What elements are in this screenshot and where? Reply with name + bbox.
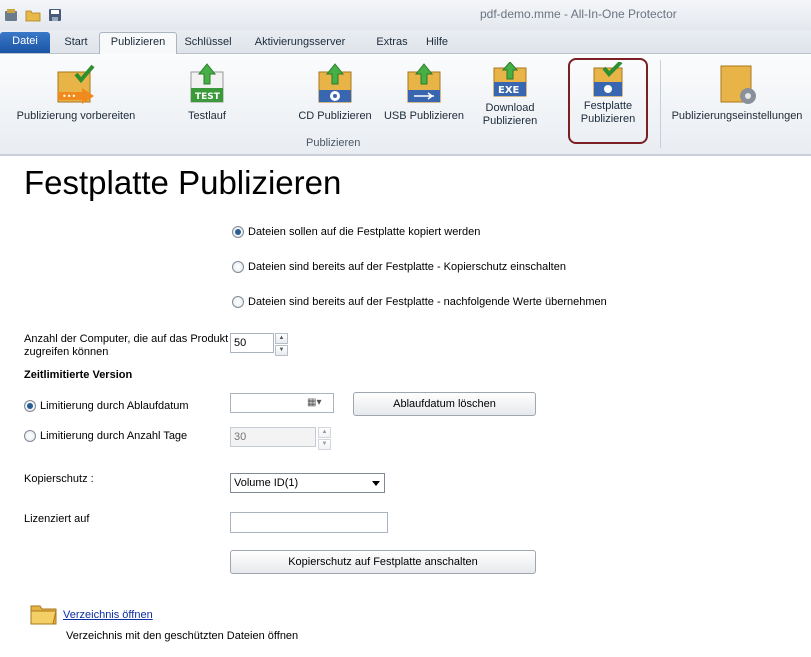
stepper-up-icon[interactable]: ▲ [275,333,288,344]
licensed-to-label: Lizenziert auf [24,513,90,525]
option-copy-files[interactable]: Dateien sollen auf die Festplatte kopier… [232,226,480,238]
days-input[interactable]: 30 [230,427,316,447]
tab-publizieren[interactable]: Publizieren [99,32,177,54]
tab-start[interactable]: Start [56,33,96,53]
option-enable-protection-label: Dateien sind bereits auf der Festplatte … [248,261,566,273]
app-icon[interactable] [3,7,19,23]
option-copy-files-radio[interactable] [232,226,244,238]
ribbon-tab-bar: Datei Start Publizieren Schlüssel Aktivi… [0,30,811,54]
publishing-settings-label: Publizierungseinstellungen [671,110,803,122]
settings-folder-icon [715,62,759,106]
computers-label-line2: zugreifen können [24,346,109,358]
hard-disk-publish-label: Festplatte Publizieren [580,100,636,125]
tab-datei[interactable]: Datei [0,32,50,53]
ribbon-group-label: Publizieren [306,137,361,149]
open-directory-description: Verzeichnis mit den geschützten Dateien … [66,630,299,642]
quick-access-toolbar [3,7,63,23]
limit-by-date[interactable]: Limitierung durch Ablaufdatum [24,400,189,412]
option-apply-values-label: Dateien sind bereits auf der Festplatte … [248,296,607,308]
open-folder-icon[interactable] [30,601,58,628]
open-folder-icon[interactable] [25,7,41,23]
option-apply-values-radio[interactable] [232,296,244,308]
computers-count-stepper[interactable]: ▲ ▼ [275,333,288,356]
enable-protection-button[interactable]: Kopierschutz auf Festplatte anschalten [230,550,536,574]
limit-by-days-label: Limitierung durch Anzahl Tage [40,430,188,442]
stepper-up-icon[interactable]: ▲ [318,427,331,438]
ribbon-separator [660,60,661,148]
svg-text:•••: ••• [62,92,76,101]
limit-by-date-label: Limitierung durch Ablaufdatum [40,400,189,412]
save-icon[interactable] [47,7,63,23]
option-copy-files-label: Dateien sollen auf die Festplatte kopier… [248,226,481,238]
hard-disk-publish-button[interactable]: Festplatte Publizieren [568,58,648,144]
days-stepper[interactable]: ▲ ▼ [318,427,331,450]
option-apply-values[interactable]: Dateien sind bereits auf der Festplatte … [232,296,607,308]
copy-protection-select[interactable]: Volume ID(1) [230,473,385,493]
publishing-settings-button[interactable]: Publizierungseinstellungen [668,62,806,123]
stepper-down-icon[interactable]: ▼ [275,345,288,356]
download-publish-label: Download Publizieren [482,102,538,127]
computers-label-line1: Anzahl der Computer, die auf das Produkt [24,333,229,345]
clear-date-button[interactable]: Ablaufdatum löschen [353,392,536,416]
cd-icon [313,62,357,106]
test-run-icon: TEST [185,62,229,106]
cd-publish-button[interactable]: CD Publizieren [295,62,375,123]
limit-by-days[interactable]: Limitierung durch Anzahl Tage [24,430,187,442]
calendar-dropdown-icon[interactable]: ▦▾ [307,397,321,408]
option-enable-protection[interactable]: Dateien sind bereits auf der Festplatte … [232,261,566,273]
tab-aktivierungsserver[interactable]: Aktivierungsserver [246,33,354,53]
usb-publish-button[interactable]: USB Publizieren [382,62,466,123]
window-title: pdf-demo.mme - All-In-One Protector [480,7,677,21]
limit-by-days-radio[interactable] [24,430,36,442]
download-publish-button[interactable]: EXE Download Publizieren [478,61,542,128]
ribbon: ••• Publizierung vorbereiten TEST Testla… [0,54,811,156]
cd-publish-label: CD Publizieren [298,110,372,122]
prepare-publishing-label: Publizierung vorbereiten [16,110,136,122]
usb-icon [402,62,446,106]
stepper-down-icon[interactable]: ▼ [318,439,331,450]
tab-hilfe[interactable]: Hilfe [419,33,455,53]
test-run-button[interactable]: TEST Testlauf [180,62,234,123]
computers-count-input[interactable]: 50 [230,333,274,353]
limit-by-date-radio[interactable] [24,400,36,412]
test-icon-text: TEST [195,92,221,102]
test-run-label: Testlauf [188,110,226,122]
time-limited-heading: Zeitlimitierte Version [24,369,133,381]
hard-disk-icon [586,60,630,98]
licensed-to-input[interactable] [230,512,388,533]
chevron-down-icon[interactable] [372,481,380,486]
tab-extras[interactable]: Extras [371,33,413,53]
open-directory-link[interactable]: Verzeichnis öffnen [63,609,153,621]
prepare-publishing-button[interactable]: ••• Publizierung vorbereiten [12,62,140,123]
prepare-publishing-icon: ••• [54,62,98,106]
tab-schluessel[interactable]: Schlüssel [181,33,235,53]
copy-protection-value: Volume ID(1) [234,477,299,489]
usb-publish-label: USB Publizieren [383,110,465,122]
exe-icon-text: EXE [498,85,520,96]
title-bar: pdf-demo.mme - All-In-One Protector [0,0,811,31]
copy-protection-label: Kopierschutz : [24,473,94,485]
page-title: Festplatte Publizieren [24,164,342,201]
option-enable-protection-radio[interactable] [232,261,244,273]
exe-icon: EXE [488,61,532,98]
